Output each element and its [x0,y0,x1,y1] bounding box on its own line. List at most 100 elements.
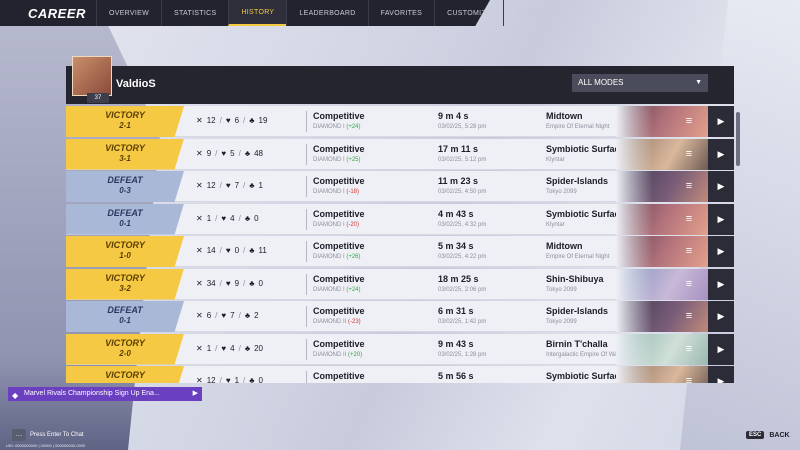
map-region: Klyntar [546,221,565,228]
result-score: 3-2 [119,283,131,293]
game-mode: Competitive [313,306,365,316]
menu-icon[interactable]: ≡ [682,343,696,355]
match-row[interactable]: DEFEAT 0-1 ✕ 1/♥ 4/♣ 0 Competitive DIAMOND I (-… [66,203,734,235]
kills-icon: ✕ [196,278,203,288]
menu-icon[interactable]: ≡ [682,278,696,290]
play-replay-button[interactable]: ▶ [708,171,734,202]
kills-icon: ✕ [196,148,203,158]
map-name: Symbiotic Surface [546,371,625,381]
match-duration: 4 m 43 s [438,208,474,219]
separator: / [238,311,241,320]
separator: / [215,148,218,158]
menu-icon[interactable]: ≡ [682,375,696,383]
play-replay-button[interactable]: ▶ [708,236,734,267]
menu-icon[interactable]: ≡ [682,115,696,127]
map-region: Klyntar [546,156,565,163]
assists-value: 0 [258,278,263,288]
play-replay-button[interactable]: ▶ [708,106,734,137]
tab-statistics[interactable]: STATISTICS [161,0,228,26]
divider [306,273,307,295]
play-replay-button[interactable]: ▶ [708,301,734,332]
tab-customize[interactable]: CUSTOMIZE [434,0,503,26]
play-replay-button[interactable]: ▶ [708,333,734,365]
menu-icon[interactable]: ≡ [682,213,696,225]
rivals-logo-icon: ◆ [12,391,19,400]
rank-tier: DIAMOND I [313,286,345,293]
menu-icon[interactable]: ≡ [682,180,696,192]
assists-icon: ♣ [249,376,255,383]
uid-text: UID: 0000000000 | 00000 | 000000000-0000 [6,443,86,448]
play-icon: ▶ [717,278,725,289]
match-date: 03/02/25, 4:32 pm [438,221,487,228]
deaths-icon: ♥ [221,213,227,223]
separator: / [238,343,241,353]
back-button[interactable]: ESC BACK [746,431,790,439]
match-row[interactable]: VICTORY 3-2 ✕ 34/♥ 9/♣ 0 Competitive DIAMOND I … [66,268,734,300]
assists-value: 0 [254,213,259,223]
deaths-value: 4 [230,343,235,353]
match-date: 03/02/25, 5:28 pm [438,124,487,130]
match-row[interactable]: DEFEAT 0-1 ✕ 6/♥ 7/♣ 2 Competitive DIAMOND II (… [66,301,734,332]
rank-info: DIAMOND II (-23) [313,319,361,325]
menu-icon[interactable]: ≡ [682,148,696,160]
result-badge: VICTORY 3-1 [66,138,184,170]
divider [306,306,307,327]
tab-favorites[interactable]: FAVORITES [367,0,434,26]
kda-stats: ✕ 1/♥ 4/♣ 0 [196,214,259,223]
map-region: Tokyo 2099 [546,286,577,293]
avatar[interactable]: 37 [72,56,112,103]
chevron-down-icon: ▼ [695,79,702,86]
match-row[interactable]: VICTORY 3-1 ✕ 9/♥ 5/♣ 48 Competitive DIAMOND I … [66,138,734,170]
match-row[interactable]: VICTORY ✕ 12/♥ 1/♣ 0 Competitive 5 m 56 s Symb… [66,366,734,383]
result-score: 1-0 [119,251,131,260]
tab-achievements[interactable]: ACHIEVEMENTS [502,0,587,26]
chat-hint[interactable]: … Press Enter To Chat [12,429,84,441]
menu-icon[interactable]: ≡ [682,245,696,257]
separator: / [243,246,246,255]
scrollbar[interactable] [736,112,740,166]
deaths-icon: ♥ [225,278,231,288]
deaths-value: 0 [234,246,240,255]
match-row[interactable]: VICTORY 2-1 ✕ 12/♥ 6/♣ 19 Competitive DIAMOND I… [66,106,734,137]
tab-overview[interactable]: OVERVIEW [96,0,161,26]
match-date: 03/02/25, 1:28 pm [438,351,487,358]
kills-icon: ✕ [196,246,203,255]
rank-delta: (+25) [346,156,361,163]
play-replay-button[interactable]: ▶ [708,268,734,300]
match-row[interactable]: VICTORY 2-0 ✕ 1/♥ 4/♣ 20 Competitive DIAMOND II… [66,333,734,365]
kills-value: 34 [206,278,216,288]
deaths-value: 7 [230,311,235,320]
menu-icon[interactable]: ≡ [682,310,696,322]
kda-stats: ✕ 12/♥ 1/♣ 0 [196,376,263,383]
deaths-icon: ♥ [225,246,231,255]
rank-tier: DIAMOND I [313,189,345,195]
game-mode: Competitive [313,176,365,186]
result-label: VICTORY [105,272,145,283]
championship-banner[interactable]: ◆ Marvel Rivals Championship Sign Up Ena… [8,387,202,401]
tab-leaderboard[interactable]: LEADERBOARD [286,0,367,26]
match-row[interactable]: DEFEAT 0-3 ✕ 12/♥ 7/♣ 1 Competitive DIAMOND I (… [66,171,734,202]
play-icon: ▶ [717,246,725,256]
rank-delta: (-23) [348,319,361,325]
match-duration: 9 m 43 s [438,338,474,349]
tab-history[interactable]: HISTORY [228,0,287,26]
map-region: Empire Of Eternal Night [546,124,610,130]
separator: / [219,278,222,288]
kda-stats: ✕ 14/♥ 0/♣ 11 [196,246,267,255]
result-label: VICTORY [105,337,145,348]
mode-filter-dropdown[interactable]: ALL MODES ▼ [572,74,708,92]
separator: / [219,376,222,383]
separator: / [243,376,246,383]
match-row[interactable]: VICTORY 1-0 ✕ 14/♥ 0/♣ 11 Competitive DIAMOND I… [66,236,734,267]
kda-stats: ✕ 6/♥ 7/♣ 2 [196,311,259,320]
assists-value: 20 [254,343,263,353]
kda-stats: ✕ 12/♥ 6/♣ 19 [196,116,267,125]
page-title: CAREER [28,6,86,21]
play-replay-button[interactable]: ▶ [708,203,734,235]
play-replay-button[interactable]: ▶ [708,366,734,383]
play-replay-button[interactable]: ▶ [708,138,734,170]
kills-value: 14 [206,246,216,255]
banner-text: Marvel Rivals Championship Sign Up Ena..… [24,390,160,397]
separator: / [219,246,222,255]
divider [306,111,307,132]
